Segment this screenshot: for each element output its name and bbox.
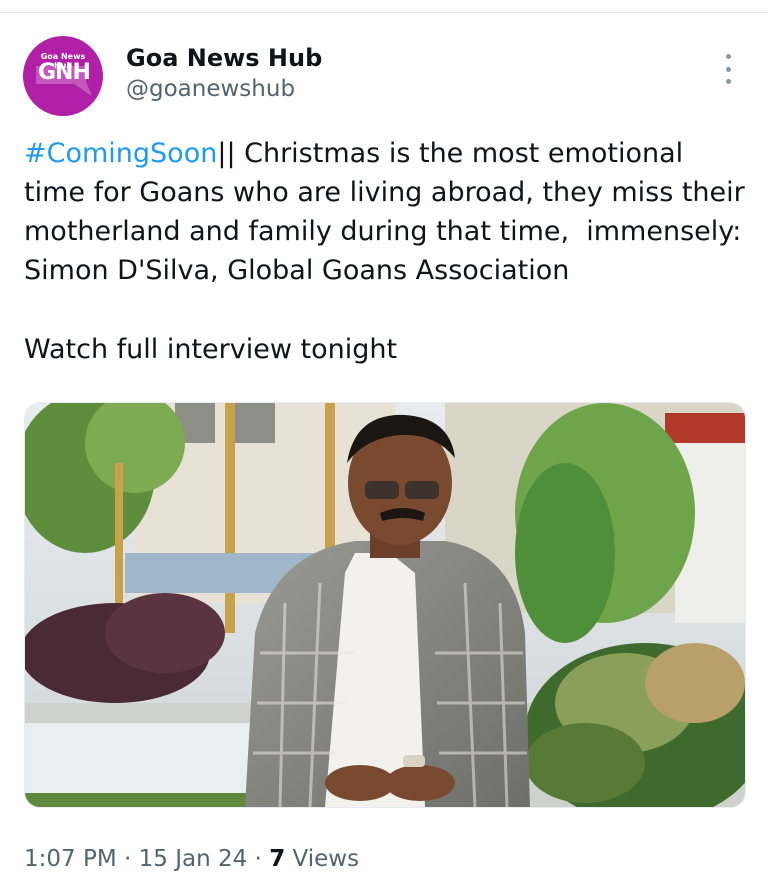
top-divider	[0, 12, 768, 13]
tweet-line-1-rest: || Christmas is the most emotional	[217, 138, 684, 169]
tweet-line-2: time for Goans who are living abroad, th…	[24, 177, 745, 208]
views-label: Views	[285, 846, 360, 872]
tweet-line-1: #ComingSoon|| Christmas is the most emot…	[24, 134, 754, 173]
gnh-logo: Goa News Hub GNH	[32, 48, 94, 104]
tweet-line-4: Simon D'Silva, Global Goans Association	[24, 255, 570, 286]
account-name[interactable]: Goa News Hub	[126, 44, 322, 72]
tweet-date[interactable]: 15 Jan 24	[139, 846, 248, 872]
avatar-big-text: GNH	[38, 60, 91, 85]
tweet-text: #ComingSoon|| Christmas is the most emot…	[24, 134, 754, 290]
views-count: 7	[269, 846, 286, 872]
meta-separator: ·	[247, 846, 270, 872]
avatar[interactable]: Goa News Hub GNH	[23, 36, 103, 116]
more-options-button[interactable]	[718, 54, 738, 84]
interview-photo	[25, 403, 745, 807]
tweet-line-5: Watch full interview tonight	[24, 334, 398, 365]
meta-separator: ·	[116, 846, 139, 872]
more-vertical-icon	[725, 54, 731, 59]
tweet-image[interactable]	[24, 402, 746, 808]
more-dot	[725, 66, 731, 72]
more-dot	[725, 79, 731, 84]
hashtag-link[interactable]: #ComingSoon	[24, 138, 217, 169]
tweet-time[interactable]: 1:07 PM	[24, 846, 117, 872]
tweet-meta: 1:07 PM · 15 Jan 24 · 7 Views	[24, 846, 359, 872]
tweet-line-3: motherland and family during that time, …	[24, 216, 742, 247]
account-handle[interactable]: @goanewshub	[126, 76, 295, 102]
